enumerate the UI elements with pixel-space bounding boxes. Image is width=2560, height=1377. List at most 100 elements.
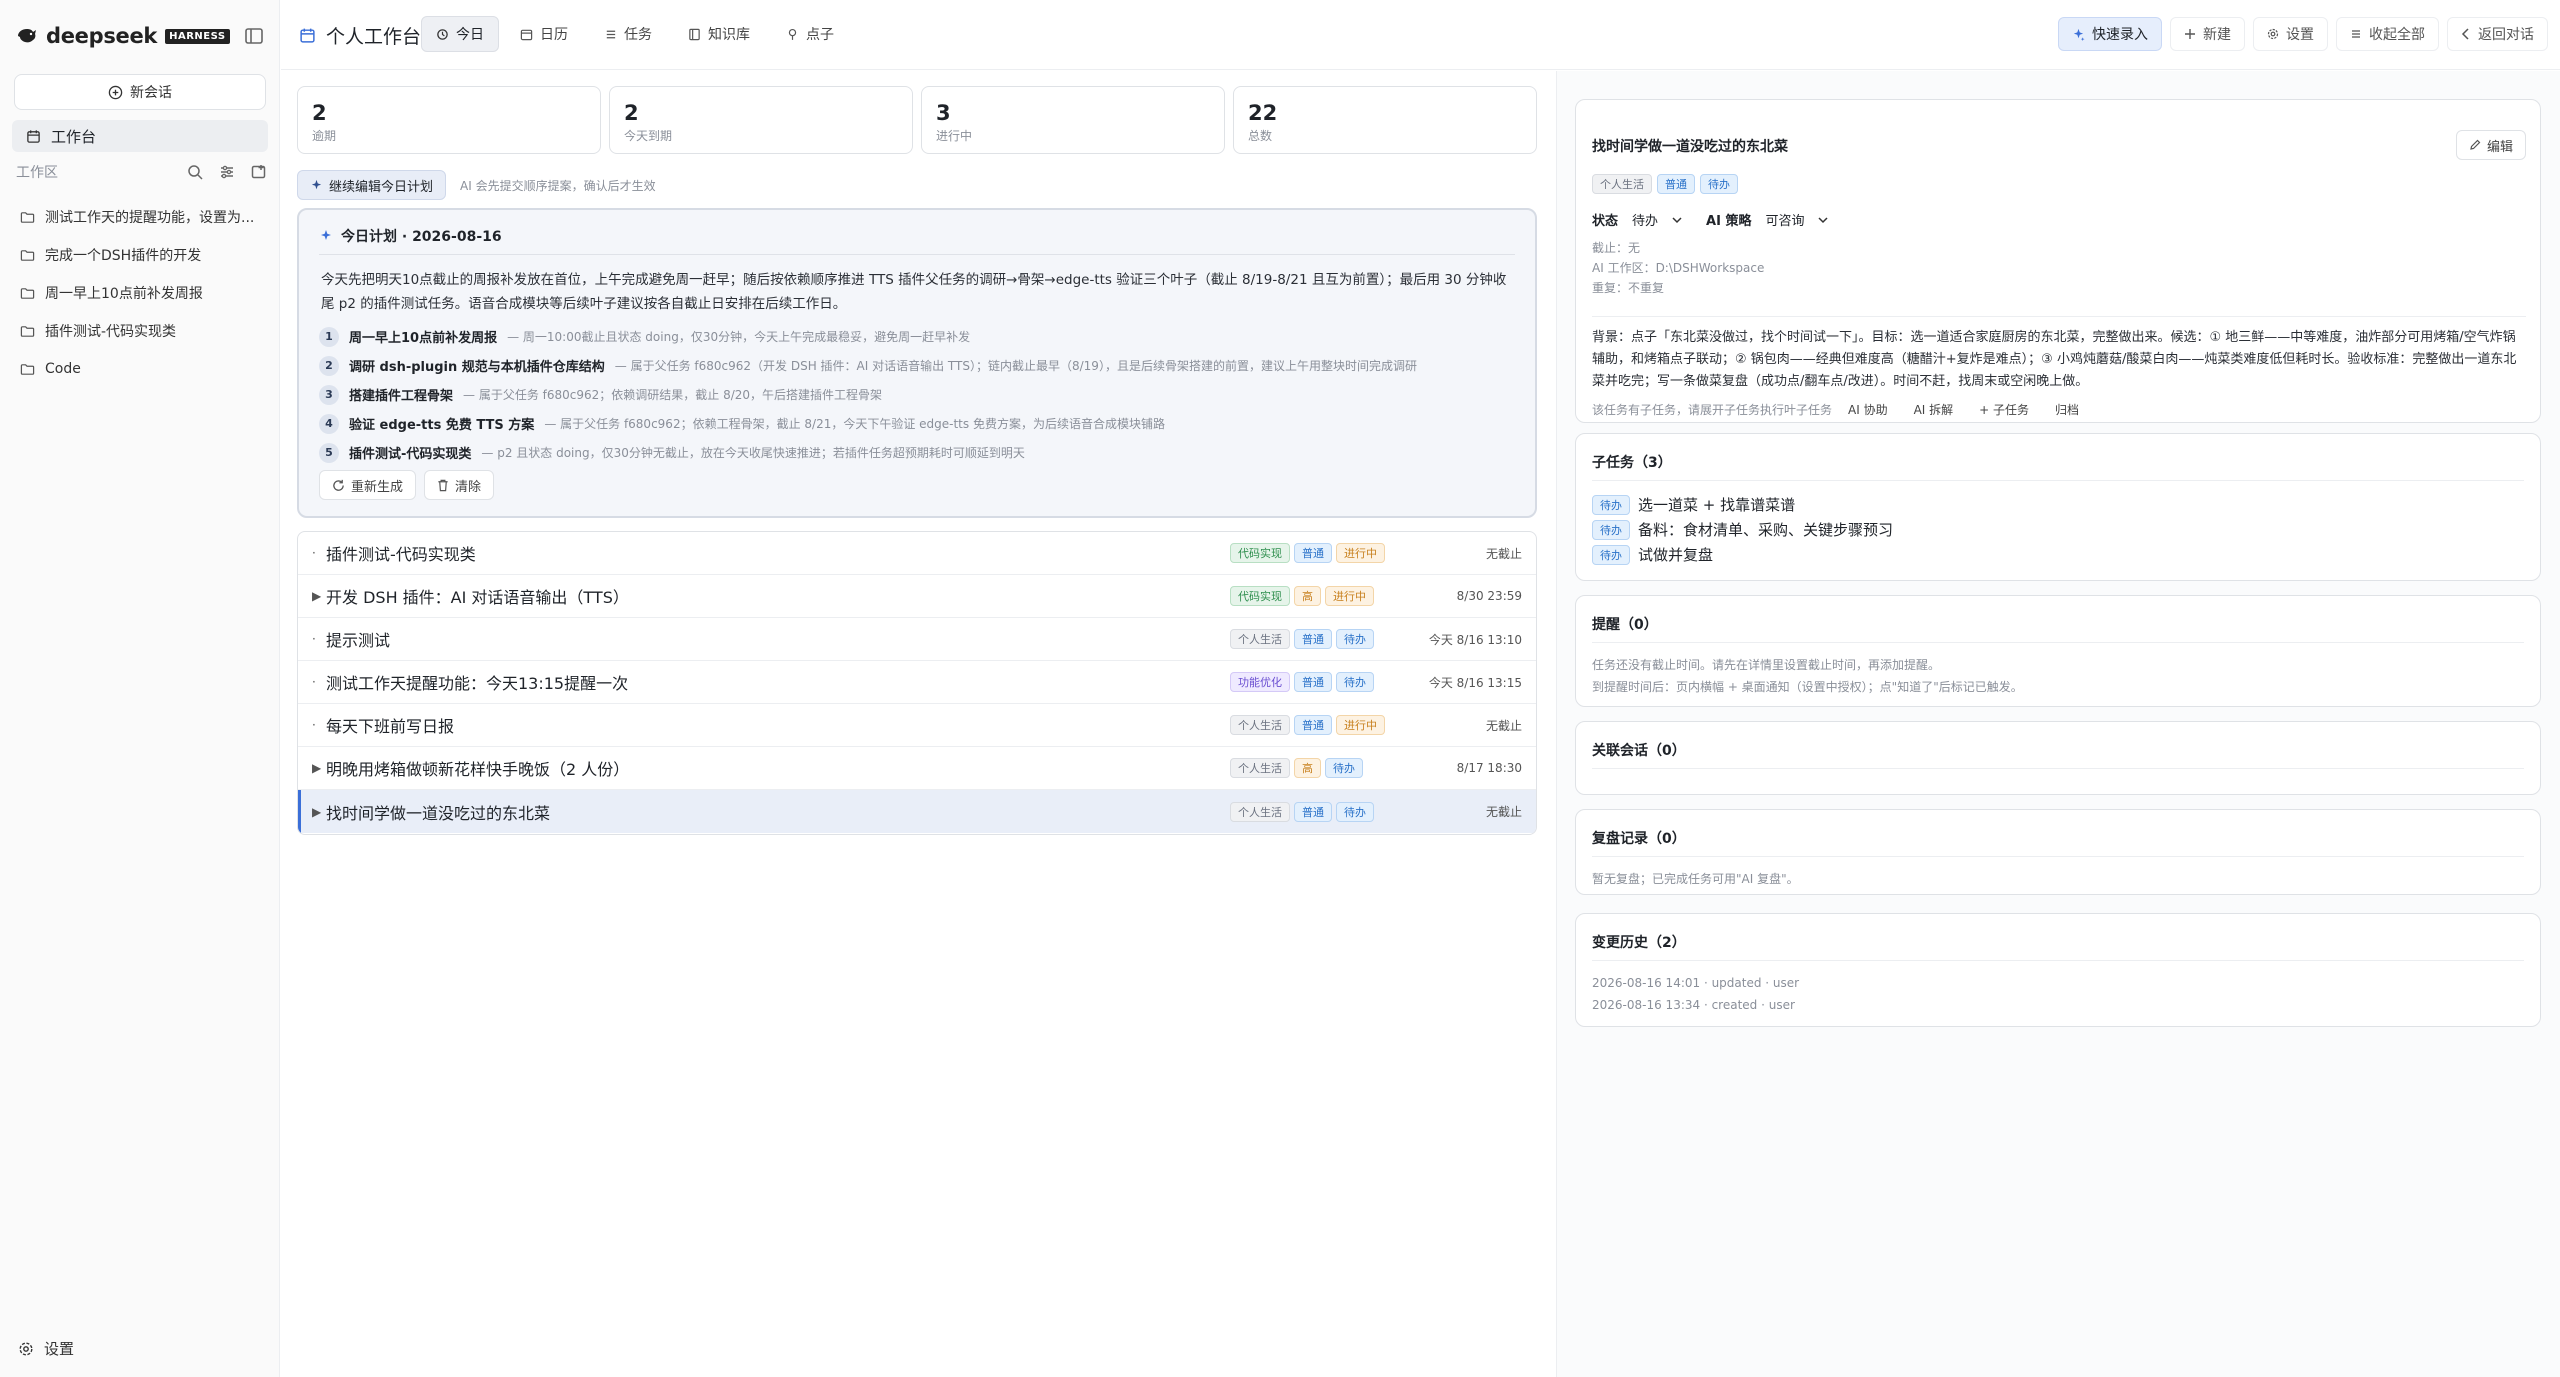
sparkle-icon [310,179,323,192]
continue-plan-label: 继续编辑今日计划 [329,179,434,195]
sun-icon [436,28,449,41]
status-value: 待办 [1632,214,1659,229]
regenerate-label: 重新生成 [351,479,404,495]
collapse-all-label: 收起全部 [2369,27,2425,43]
history-list: 2026-08-16 14:01 · updated · user 2026-0… [1592,972,1799,1016]
top-actions: 快速录入 新建 设置 收起全部 返回对话 [2058,17,2548,51]
stat-label: 总数 [1248,129,1273,143]
task-tag: 普通 [1294,543,1332,563]
detail-fields: 状态 待办 AI 策略 可咨询 [1592,208,1832,231]
ai-assist-button[interactable]: AI 协助 [1838,396,1898,422]
detail-meta: 截止：无 AI 工作区：D:\DSHWorkspace 重复：不重复 [1592,238,1764,298]
stat-due-today[interactable]: 2 今天到期 [609,86,913,154]
task-detail-panel: 找时间学做一道没吃过的东北菜 编辑 个人生活 普通 待办 状态 待办 AI 策略 可… [1556,71,2560,1377]
sidebar-item-workbench[interactable]: 工作台 [12,120,268,152]
chevron-left-icon [2461,28,2471,40]
settings-button[interactable]: 设置 [2253,17,2328,51]
workspace-item[interactable]: 测试工作天的提醒功能，设置为... [12,198,268,236]
task-tags: 代码实现高进行中 [1230,586,1426,606]
stat-total[interactable]: 22 总数 [1233,86,1537,154]
detail-tag: 待办 [1700,174,1738,194]
ai-strategy-select[interactable]: 可咨询 [1761,208,1832,231]
tab-tasks[interactable]: 任务 [589,16,667,52]
history-item: 2026-08-16 14:01 · updated · user [1592,976,1800,990]
plan-step: 1 周一早上10点前补发周报 — 周一10:00截止且状态 doing，仅30分… [319,322,1519,351]
step-desc: — 属于父任务 f680c962；依赖工程骨架，截止 8/21，今天下午验证 e… [544,417,1165,431]
workspace-item[interactable]: 周一早上10点前补发周报 [12,274,268,312]
archive-button[interactable]: 归档 [2045,396,2089,422]
task-tag: 待办 [1336,801,1374,822]
reviews-card: 复盘记录（0） 暂无复盘；已完成任务可用"AI 复盘"。 [1575,809,2541,895]
divider [1592,642,2524,643]
sidebar-settings-button[interactable]: 设置 [18,1338,74,1359]
task-tag: 功能优化 [1230,672,1290,692]
add-subtask-button[interactable]: + 子任务 [1969,396,2039,422]
pin-icon [786,28,799,41]
status-select[interactable]: 待办 [1628,208,1686,231]
task-tag: 个人生活 [1230,629,1290,649]
expand-caret-icon[interactable]: ▶ [298,589,326,603]
stat-value: 22 [1248,101,1278,125]
task-row[interactable]: · 每天下班前写日报 个人生活 普通 进行中 无截止 [298,704,1536,747]
subtask-item[interactable]: 待办 选一道菜 + 找靠谱菜谱 [1592,492,1893,517]
workspace-item-label: 完成一个DSH插件的开发 [45,248,202,264]
back-to-chat-button[interactable]: 返回对话 [2447,17,2548,51]
plus-icon [2184,28,2196,40]
task-row[interactable]: · 提示测试 个人生活 普通 待办 今天 8/16 13:10 [298,618,1536,661]
task-due: 今天 8/16 13:10 [1428,632,1522,647]
task-tags: 个人生活高待办 [1230,758,1426,778]
subtask-item[interactable]: 待办 试做并复盘 [1592,542,1893,567]
stat-overdue[interactable]: 2 逾期 [297,86,601,154]
search-icon[interactable] [186,163,204,181]
collapse-all-button[interactable]: 收起全部 [2336,17,2439,51]
tab-today[interactable]: 今日 [421,16,499,52]
workspace-item[interactable]: 完成一个DSH插件的开发 [12,236,268,274]
quick-entry-label: 快速录入 [2092,27,2148,43]
task-tag: 进行中 [1336,715,1385,735]
subtasks-title: 子任务（3） [1592,455,1672,471]
step-title: 验证 edge-tts 免费 TTS 方案 [349,418,535,433]
expand-caret-icon[interactable]: ▶ [298,805,326,819]
reminders-line: 到提醒时间后：页内横幅 + 桌面通知（设置中授权）；点"知道了"后标记已触发。 [1592,680,2023,694]
task-row[interactable]: · 插件测试-代码实现类 代码实现 普通 进行中 无截止 [298,532,1536,575]
regenerate-button[interactable]: 重新生成 [319,470,417,500]
tab-ideas[interactable]: 点子 [771,16,849,52]
ai-split-button[interactable]: AI 拆解 [1904,396,1964,422]
task-row[interactable]: ▶ 明晚用烤箱做顿新花样快手晚饭（2 人份） 个人生活高待办 8/17 18:30 [298,747,1536,790]
plan-step: 2 调研 dsh-plugin 规范与本机插件仓库结构 — 属于父任务 f680… [319,351,1519,380]
filter-icon[interactable] [218,163,236,181]
new-button[interactable]: 新建 [2170,17,2245,51]
tab-knowledge[interactable]: 知识库 [673,16,765,52]
linked-chats-card: 关联会话（0） [1575,721,2541,795]
tab-calendar[interactable]: 日历 [505,16,583,52]
task-row[interactable]: · 测试工作天提醒功能：今天13:15提醒一次 功能优化 普通 待办 今天 8/16 13… [298,661,1536,704]
brand[interactable]: deepseek HARNESS [16,22,230,50]
quick-entry-button[interactable]: 快速录入 [2058,17,2162,51]
gear-icon [18,1341,34,1357]
status-badge: 待办 [1592,494,1630,515]
new-folder-icon[interactable] [250,163,268,181]
subtask-item[interactable]: 待办 备料：食材清单、采购、关键步骤预习 [1592,517,1893,542]
edit-button[interactable]: 编辑 [2455,130,2526,160]
plus-circle-icon [108,85,123,100]
task-row[interactable]: ▶ 找时间学做一道没吃过的东北菜 个人生活 普通 待办 无截止 [298,790,1536,833]
task-tag: 个人生活 [1230,758,1290,778]
task-row[interactable]: ▶ 开发 DSH 插件：AI 对话语音输出（TTS） 代码实现高进行中 8/30 23… [298,575,1536,618]
bullet-icon: · [312,718,316,732]
expand-caret-icon[interactable]: ▶ [298,761,326,775]
stat-in-progress[interactable]: 3 进行中 [921,86,1225,154]
task-tag: 普通 [1294,801,1332,822]
subtask-label: 备料：食材清单、采购、关键步骤预习 [1638,521,1894,539]
subtasks-card: 子任务（3） 待办 选一道菜 + 找靠谱菜谱 待办 备料：食材清单、采购、关键步… [1575,433,2541,581]
new-chat-button[interactable]: 新会话 [14,74,266,110]
workspace-item-label: 周一早上10点前补发周报 [45,286,203,302]
continue-plan-button[interactable]: 继续编辑今日计划 [297,170,447,200]
workspace-item[interactable]: Code [12,350,268,388]
new-label: 新建 [2203,27,2231,43]
workspace-item[interactable]: 插件测试-代码实现类 [12,312,268,350]
top-bar: 个人工作台 今日 日历 任务 知识库 点子 快速录入 新建 设置 收起全部 返回… [281,0,2560,70]
step-number: 2 [319,355,339,376]
sidebar-toggle-icon[interactable] [242,24,266,48]
clear-button[interactable]: 清除 [424,470,495,500]
history-card: 变更历史（2） 2026-08-16 14:01 · updated · use… [1575,913,2541,1027]
